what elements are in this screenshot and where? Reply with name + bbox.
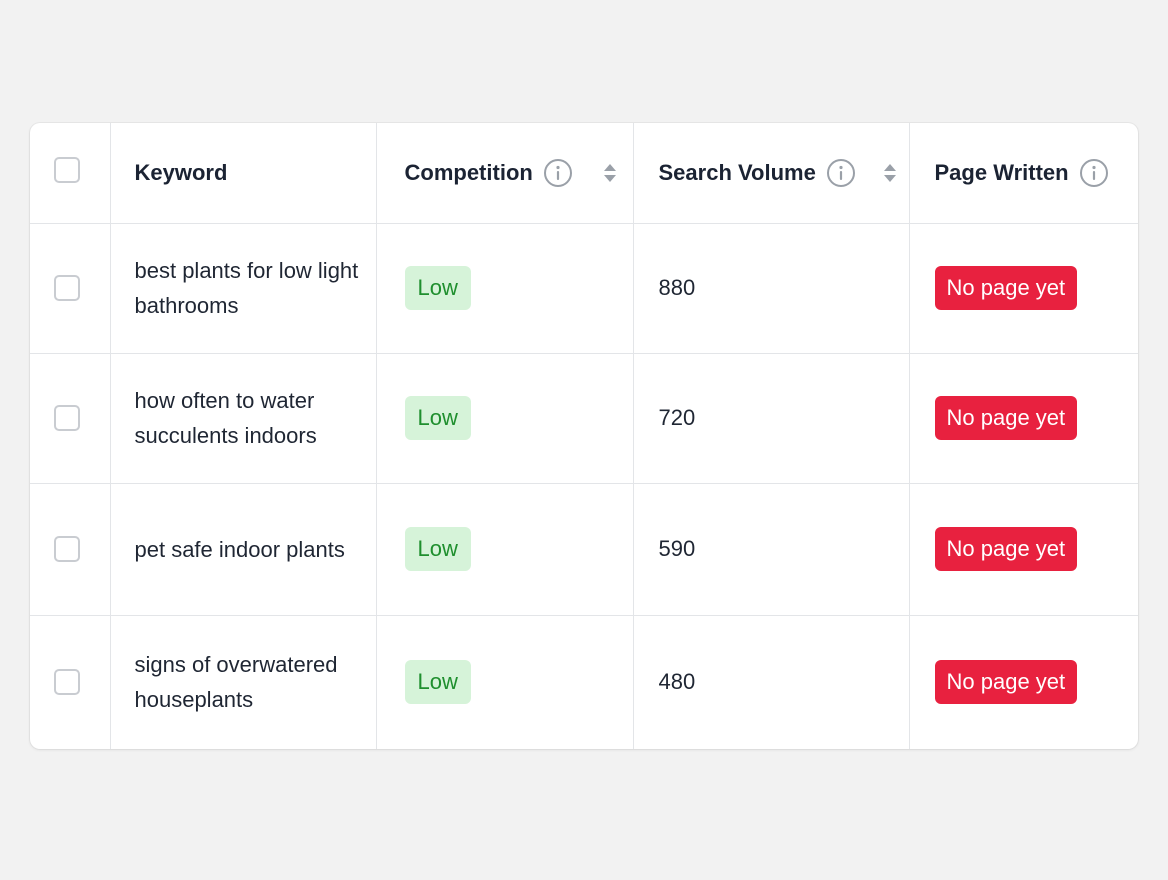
table-row[interactable]: how often to water succulents indoors Lo… xyxy=(30,353,1138,484)
select-all-cell xyxy=(30,123,111,224)
row-checkbox[interactable] xyxy=(54,669,80,696)
competition-cell: Low xyxy=(376,353,634,484)
row-select-cell xyxy=(30,483,111,616)
row-select-cell xyxy=(30,353,111,484)
row-checkbox[interactable] xyxy=(54,536,80,562)
search-volume-column-header: Search Volume xyxy=(633,123,910,224)
competition-cell: Low xyxy=(376,483,634,616)
page-written-column-header: Page Written xyxy=(909,123,1138,224)
keyword-table-card: Keyword Competition Search Volume Page W… xyxy=(30,123,1138,749)
page-status-badge: No page yet xyxy=(934,660,1078,705)
page-written-cell: No page yet xyxy=(909,353,1138,484)
competition-badge: Low xyxy=(404,266,471,310)
page-written-column-label: Page Written xyxy=(934,159,1069,185)
competition-sort-icon[interactable] xyxy=(601,158,619,188)
keyword-column-header: Keyword xyxy=(110,123,377,224)
page-written-cell: No page yet xyxy=(909,483,1138,616)
search-volume-cell: 480 xyxy=(633,615,910,749)
competition-column-label: Competition xyxy=(404,159,533,185)
keyword-cell: best plants for low light bathrooms xyxy=(110,223,377,354)
table-row[interactable]: signs of overwatered houseplants Low 480… xyxy=(30,615,1138,749)
competition-badge: Low xyxy=(404,396,471,440)
table-header-row: Keyword Competition Search Volume Page W… xyxy=(30,123,1138,224)
competition-column-header: Competition xyxy=(376,123,634,224)
row-checkbox[interactable] xyxy=(54,275,80,301)
keyword-cell: signs of overwatered houseplants xyxy=(110,615,377,749)
select-all-checkbox[interactable] xyxy=(54,156,80,183)
page-written-cell: No page yet xyxy=(909,615,1138,749)
keyword-column-label: Keyword xyxy=(134,159,228,185)
row-checkbox[interactable] xyxy=(54,405,80,431)
keyword-cell: how often to water succulents indoors xyxy=(110,353,377,484)
competition-cell: Low xyxy=(376,615,634,749)
page-written-cell: No page yet xyxy=(909,223,1138,354)
competition-info-icon[interactable] xyxy=(543,158,573,188)
search-volume-cell: 590 xyxy=(633,483,910,616)
search-volume-cell: 720 xyxy=(633,353,910,484)
search-volume-column-label: Search Volume xyxy=(658,159,816,185)
row-select-cell xyxy=(30,223,111,354)
row-select-cell xyxy=(30,615,111,749)
table-row[interactable]: pet safe indoor plants Low 590 No page y… xyxy=(30,483,1138,616)
table-row[interactable]: best plants for low light bathrooms Low … xyxy=(30,223,1138,354)
page-written-info-icon[interactable] xyxy=(1079,158,1109,188)
search-volume-info-icon[interactable] xyxy=(826,158,856,188)
competition-cell: Low xyxy=(376,223,634,354)
page-status-badge: No page yet xyxy=(934,396,1078,440)
page-status-badge: No page yet xyxy=(934,527,1078,571)
search-volume-cell: 880 xyxy=(633,223,910,354)
competition-badge: Low xyxy=(404,660,471,705)
keyword-table: Keyword Competition Search Volume Page W… xyxy=(30,123,1138,749)
search-volume-sort-icon[interactable] xyxy=(881,158,899,188)
competition-badge: Low xyxy=(404,527,471,571)
keyword-cell: pet safe indoor plants xyxy=(110,483,377,616)
page-status-badge: No page yet xyxy=(934,266,1078,310)
